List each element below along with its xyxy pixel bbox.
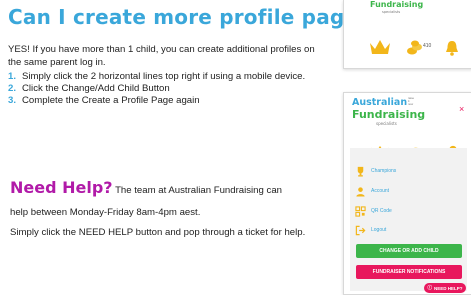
step-text: Simply click the 2 horizontal lines top … xyxy=(22,71,306,82)
user-icon xyxy=(356,186,365,197)
help-icon: ⓘ xyxy=(427,285,432,290)
help-heading-rest: The team at Australian Fundraising can xyxy=(112,185,282,196)
menu-item-champions[interactable]: Champions xyxy=(355,163,396,179)
qr-code-icon xyxy=(355,205,366,217)
logo-badge: raise it now xyxy=(408,96,415,106)
step-text: Complete the Create a Profile Page again xyxy=(22,95,200,106)
logo-sub: specialists xyxy=(382,10,401,14)
help-heading-line: Need Help? The team at Australian Fundra… xyxy=(10,178,282,197)
close-icon[interactable]: × xyxy=(459,104,464,114)
menu-item-label: Champions xyxy=(371,168,397,174)
change-or-add-child-button[interactable]: CHANGE OR ADD CHILD xyxy=(356,244,462,258)
bell-icon xyxy=(446,41,458,56)
list-item: 1. Simply click the 2 horizontal lines t… xyxy=(8,71,328,83)
intro-paragraph: YES! If you have more than 1 child, you … xyxy=(8,44,315,68)
list-item: 3. Complete the Create a Profile Page ag… xyxy=(8,95,328,107)
menu-item-account[interactable]: Account xyxy=(355,183,389,199)
step-text: Click the Change/Add Child Button xyxy=(22,83,170,94)
step-number: 1. xyxy=(8,71,17,82)
logo-word: Fundraising xyxy=(370,0,424,9)
step-number: 2. xyxy=(8,83,17,94)
phone-mockup-dashboard: Fundraising specialists 410 xyxy=(343,0,471,69)
logo-sub: specialists xyxy=(376,121,397,126)
menu-item-logout[interactable]: Logout xyxy=(355,222,386,238)
points-value: 410 xyxy=(423,43,432,49)
step-number: 3. xyxy=(8,95,17,106)
menu-item-label: Logout xyxy=(371,227,387,233)
logo-line2: Fundraising xyxy=(352,108,426,121)
page-title: Can I create more profile pages? xyxy=(8,5,383,29)
menu-item-qr-code[interactable]: QR Code xyxy=(355,203,392,219)
crown-icon xyxy=(370,40,390,54)
coins-icon xyxy=(407,40,422,55)
steps-list: 1. Simply click the 2 horizontal lines t… xyxy=(8,71,328,107)
trophy-icon xyxy=(357,166,364,177)
menu-item-label: Account xyxy=(371,188,390,194)
menu-item-label: QR Code xyxy=(371,208,392,214)
fundraiser-notifications-button[interactable]: FUNDRAISER NOTIFICATIONS xyxy=(356,265,462,279)
help-heading: Need Help? xyxy=(10,178,113,197)
need-help-button[interactable]: ⓘ NEED HELP? xyxy=(424,283,466,293)
menu-drawer: Champions Account QR Code Logout CHANGE … xyxy=(350,148,467,291)
logo-line1: Australian xyxy=(352,97,408,108)
help-line-2: help between Monday-Friday 8am-4pm aest. xyxy=(10,207,201,218)
phone-mockup-menu: Australian raise it now Fundraising spec… xyxy=(343,92,471,295)
list-item: 2. Click the Change/Add Child Button xyxy=(8,83,328,95)
logout-icon xyxy=(355,225,366,235)
need-help-label: NEED HELP? xyxy=(433,285,463,291)
help-line-3: Simply click the NEED HELP button and po… xyxy=(10,227,306,238)
